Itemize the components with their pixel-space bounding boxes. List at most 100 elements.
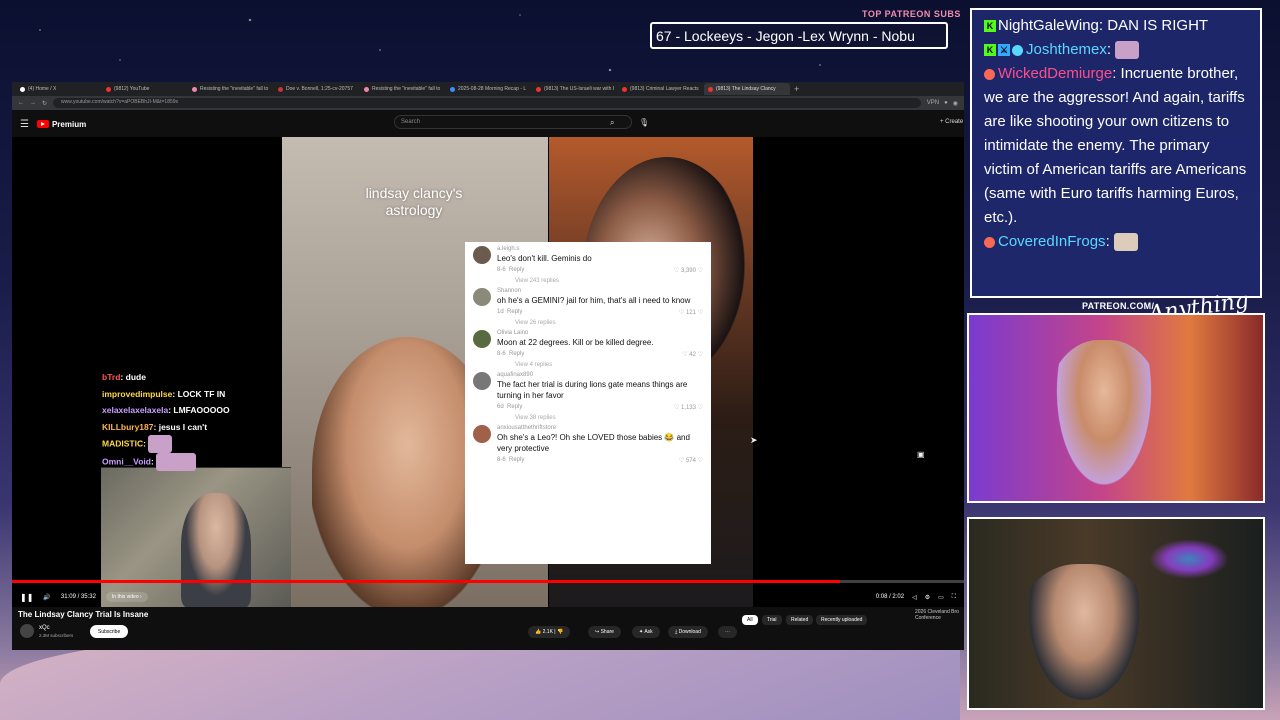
browser-tab[interactable]: (9813) The US-Israeli war with I [532,83,618,95]
comment-text: The fact her trial is during lions gate … [497,380,688,400]
vpn-badge[interactable]: VPN [927,100,939,107]
reload-icon[interactable]: ↻ [42,100,47,107]
video-player[interactable]: lindsay clancy's astrology a.leigh.s Leo… [12,137,964,608]
settings-icon[interactable]: ⚙ [925,594,930,601]
browser-tab[interactable]: (9813) Criminal Lawyer Reacts [618,83,704,95]
player-controls: ❚❚ 🔊 31:09 / 35:32 In this video › 0:08 … [12,587,964,607]
chat-message: KILLbury187: jesus I can't [102,421,208,432]
comment-item: Shannon oh he's a GEMINI? jail for him, … [473,288,703,316]
chip-recently-uploaded[interactable]: Recently uploaded [816,615,868,625]
new-tab-icon[interactable]: + [794,84,799,94]
chip-all[interactable]: All [742,615,758,625]
profile-icon[interactable]: ◉ [953,100,958,107]
chat-message: xelaxelaxelaxela: LMFAOOOOO [102,405,230,415]
chip-related[interactable]: Related [786,615,814,625]
patreon-url: PATREON.COM/ [1082,301,1155,311]
address-bar-row: ← → ↻ www.youtube.com/watch?v=aPOBEBhJI-… [12,96,964,110]
chip-trial[interactable]: Trial [762,615,782,625]
comment-text: oh he's a GEMINI? jail for him, that's a… [497,296,691,305]
comment-user: anxiousatthethriftstore [497,425,557,431]
comment-text: Oh she's a Leo?! Oh she LOVED those babi… [497,433,690,453]
back-icon[interactable]: ← [18,100,24,106]
emote-icon [1115,41,1140,60]
share-button[interactable]: ↪ Share [588,626,621,638]
like-button[interactable]: 👍 2.1K | 👎 [528,626,571,638]
time-display-right: 0:08 / 2:02 [875,594,905,600]
url-field[interactable]: www.youtube.com/watch?v=aPOBEBhJI-M&t=18… [53,98,921,108]
search-input[interactable]: Search [394,115,632,129]
host-webcam-1 [967,313,1265,503]
like-icon: ♡ 3,390 ♡ [673,268,703,274]
comment-avatar [473,288,491,306]
more-icon[interactable]: ⋯ [718,626,737,638]
browser-tab[interactable]: (4) Home / X [16,83,102,95]
comment-item: Olivia Laino Moon at 22 degrees. Kill or… [473,330,703,358]
ask-button[interactable]: ✦ Ask [632,626,660,638]
comment-text: Leo's don't kill. Geminis do [497,254,592,263]
comment-avatar [473,330,491,348]
download-button[interactable]: ⤓ Download [668,626,708,638]
like-icon: ♡ 574 ♡ [678,458,703,464]
volume-icon[interactable]: ◁ [912,594,917,601]
video-info: The Lindsay Clancy Trial Is Insane xQc 2… [12,607,964,650]
comments-overlay: a.leigh.s Leo's don't kill. Geminis do 8… [465,242,711,564]
like-icon: ♡ 121 ♡ [678,310,703,316]
hamburger-menu-icon[interactable]: ☰ [20,119,29,130]
channel-avatar[interactable] [20,624,34,638]
comment-avatar [473,425,491,443]
neon-light [1149,539,1229,579]
time-display: 31:09 / 35:32 [60,594,96,600]
tab-bar: (4) Home / X (9812) YouTube Resisting th… [12,82,964,96]
host-person [1044,340,1164,501]
channel-name[interactable]: xQc [39,625,50,631]
volume-icon[interactable]: 🔊 [43,594,50,601]
view-replies: View 243 replies [515,278,559,284]
subscribe-button[interactable]: Subscribe [90,625,129,638]
pause-icon[interactable]: ❚❚ [20,593,33,602]
browser-tab[interactable]: 2025-08-28 Morning Recap - L [446,83,532,95]
marquee-text: 67 - Lockeeys - Jegon -Lex Wrynn - Nobu [656,28,915,44]
video-title: The Lindsay Clancy Trial Is Insane [18,610,149,619]
browser-tab-active[interactable]: (9813) The Lindsay Clancy [704,83,790,95]
comment-user: Olivia Laino [497,330,529,336]
chat-message: CoveredInFrogs: [984,230,1248,254]
stream-chat-panel: K NightGaleWing: DAN IS RIGHT K ⚔ Joshtheme… [970,8,1262,298]
fullscreen-icon[interactable]: ⛶ [952,594,956,601]
extensions: VPN ● ◉ [927,100,958,107]
youtube-play-icon [36,120,49,128]
patreon-badge-icon [984,68,995,80]
like-icon: ♡ 42 ♡ [682,352,703,358]
comment-item: anxiousatthethriftstore Oh she's a Leo?!… [473,425,703,464]
comment-user: Shannon [497,288,522,294]
chat-message: K NightGaleWing: DAN IS RIGHT [984,14,1248,38]
cursor-icon: ➤ [750,435,758,445]
video-overlay-title: lindsay clancy's astrology [365,185,463,218]
comment-text: Moon at 22 degrees. Kill or be killed de… [497,338,654,347]
in-this-video-button[interactable]: In this video › [105,592,148,602]
host-person [1014,564,1154,708]
top-patreon-label: TOP PATREON SUBS [862,9,961,19]
mod-badge-icon: ⚔ [998,44,1010,57]
chat-message: K ⚔ Joshthemex: [984,38,1248,62]
miniplayer-icon[interactable]: ▣ [917,450,925,459]
search-icon[interactable]: ⌕ [610,118,614,128]
view-replies: View 38 replies [515,415,556,421]
create-button[interactable]: + Create [940,119,963,125]
patreon-marquee: 67 - Lockeeys - Jegon -Lex Wrynn - Nobu [650,22,948,49]
host-webcam-2 [967,517,1265,710]
browser-tab[interactable]: Resisting the "inevitable" fall to [360,83,446,95]
forward-icon[interactable]: → [30,100,36,106]
recommended-card[interactable]: 2026 Cleveland Bro Conference [915,609,963,621]
mic-icon[interactable]: 🎙 [639,118,649,127]
browser-tab[interactable]: (9812) YouTube [102,83,188,95]
progress-bar[interactable] [12,580,964,583]
kick-badge-icon: K [984,44,996,57]
youtube-logo[interactable]: Premium [36,120,86,129]
extension-icon[interactable]: ● [944,100,948,107]
chat-message: Omni__Void: [102,453,302,471]
browser-tab[interactable]: Doe v. Bonnell, 1:25-cv-20757 [274,83,360,95]
emote-icon [148,435,173,453]
miniplayer-icon[interactable]: ▭ [938,594,944,601]
chat-message: WickedDemiurge: Incruente brother, we ar… [984,65,1247,226]
browser-tab[interactable]: Resisting the "inevitable" fall to [188,83,274,95]
